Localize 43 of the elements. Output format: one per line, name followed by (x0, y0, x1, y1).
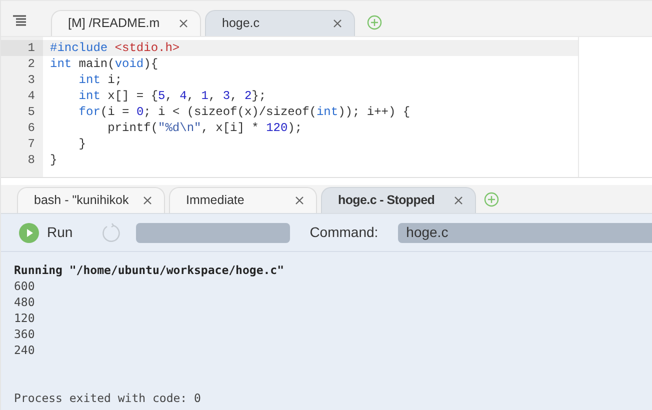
tab[interactable]: hoge.c (205, 10, 355, 36)
code-line: int main(void){ (49, 56, 160, 72)
output-line: 360 (14, 326, 36, 342)
close-icon[interactable] (295, 196, 304, 205)
line-number: 1 (1, 40, 43, 56)
play-icon (19, 222, 39, 242)
command-field[interactable]: hoge.c (398, 222, 652, 242)
line-number: 4 (26, 88, 36, 104)
tab[interactable]: [M] /README.m (51, 10, 201, 36)
line-number: 5 (26, 104, 36, 120)
code-line: } (78, 136, 88, 152)
tab-label: bash - "kunihikok (34, 192, 130, 210)
code-line: int x[] = {5, 4, 1, 3, 2}; (78, 88, 268, 104)
close-icon[interactable] (179, 19, 188, 28)
code-line: for(i = 0; i < (sizeof(x)/sizeof(int)); i++) { (78, 104, 412, 120)
close-icon[interactable] (143, 196, 152, 205)
menu-icon[interactable] (13, 15, 27, 27)
output-header: Running "/home/ubuntu/workspace/hoge.c" (14, 262, 286, 278)
line-number: 8 (26, 152, 36, 168)
close-icon[interactable] (333, 19, 342, 28)
run-button[interactable]: Run (19, 222, 73, 243)
command-label: Command: (310, 223, 378, 242)
line-number: 6 (26, 120, 36, 136)
line-number: 3 (26, 72, 36, 88)
tab-label: hoge.c (222, 15, 261, 32)
exit-message: Process exited with code: 0 (14, 390, 202, 406)
line-number: 7 (26, 136, 36, 152)
code-line: printf("%d\n", x[i] * 120); (106, 120, 304, 136)
code-line: } (49, 152, 58, 168)
tab-label: [M] /README.m (68, 15, 161, 32)
output-line: 240 (14, 342, 36, 358)
restart-icon[interactable] (100, 222, 121, 242)
tab-label: Immediate (186, 192, 246, 210)
output-line: 120 (14, 310, 36, 326)
line-number: 2 (26, 56, 36, 72)
tab[interactable]: hoge.c - Stopped (321, 187, 476, 213)
tab[interactable]: bash - "kunihikok (17, 187, 165, 213)
code-line: int i; (78, 72, 124, 88)
output-line: 480 (14, 294, 36, 310)
tab-label: hoge.c - Stopped (338, 192, 436, 210)
output-line: 600 (14, 278, 36, 294)
close-icon[interactable] (454, 196, 463, 205)
tab[interactable]: Immediate (169, 187, 317, 213)
